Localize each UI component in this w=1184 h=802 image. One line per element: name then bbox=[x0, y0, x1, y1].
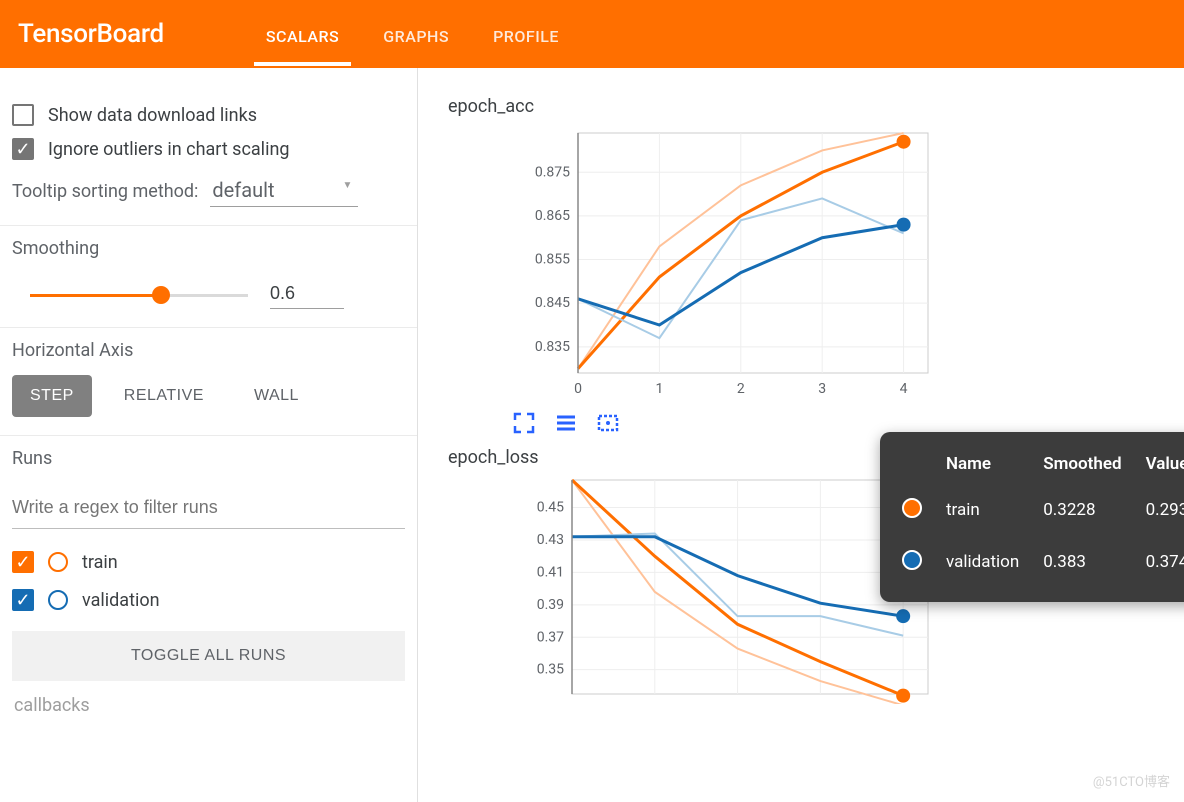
label-tooltip-sort: Tooltip sorting method: bbox=[12, 181, 198, 202]
svg-text:0.875: 0.875 bbox=[535, 164, 570, 180]
svg-text:0.39: 0.39 bbox=[537, 597, 564, 613]
svg-text:3: 3 bbox=[818, 381, 826, 397]
label-show-download: Show data download links bbox=[48, 105, 257, 126]
app-logo: TensorBoard bbox=[18, 19, 164, 49]
run-label-validation: validation bbox=[82, 590, 160, 611]
radio-run-validation[interactable] bbox=[48, 590, 68, 610]
watermark: @51CTO博客 bbox=[1093, 771, 1170, 790]
axis-btn-step[interactable]: STEP bbox=[12, 375, 92, 417]
tab-graphs[interactable]: GRAPHS bbox=[361, 3, 471, 66]
svg-text:0.845: 0.845 bbox=[535, 295, 570, 311]
smoothing-slider[interactable] bbox=[30, 294, 248, 297]
tab-scalars[interactable]: SCALARS bbox=[244, 3, 361, 66]
svg-text:0.855: 0.855 bbox=[535, 252, 570, 268]
chart-tooltip: Name Smoothed Value Step Time Relative t… bbox=[880, 432, 1184, 602]
runs-filter-input[interactable] bbox=[12, 491, 405, 529]
expand-icon[interactable] bbox=[512, 411, 536, 435]
svg-text:1: 1 bbox=[655, 381, 663, 397]
axis-btn-wall[interactable]: WALL bbox=[236, 375, 317, 417]
content-area: epoch_acc 0.835 0.845 0.855 0.865 0.875 0 1 2 3 4… bbox=[418, 68, 1184, 802]
dot-train bbox=[902, 498, 922, 518]
checkbox-run-train[interactable]: ✓ bbox=[12, 551, 34, 573]
label-horizontal-axis: Horizontal Axis bbox=[12, 340, 405, 361]
nav-tabs: SCALARS GRAPHS PROFILE bbox=[244, 3, 581, 66]
tooltip-header-row: Name Smoothed Value Step Time Relative bbox=[880, 450, 1184, 484]
svg-text:4: 4 bbox=[900, 381, 908, 397]
smoothing-value-input[interactable] bbox=[270, 281, 344, 309]
label-runs: Runs bbox=[12, 448, 405, 469]
label-smoothing: Smoothing bbox=[12, 238, 405, 259]
chart-epoch-acc[interactable]: 0.835 0.845 0.855 0.865 0.875 0 1 2 3 4 bbox=[520, 123, 1154, 403]
svg-text:0.35: 0.35 bbox=[537, 662, 564, 678]
chart-title-acc: epoch_acc bbox=[448, 96, 1154, 117]
tooltip-row-validation: validation 0.383 0.3743 4 Fri Feb 7, 10:… bbox=[880, 536, 1184, 588]
toggle-all-runs-button[interactable]: TOGGLE ALL RUNS bbox=[12, 631, 405, 681]
svg-text:0.37: 0.37 bbox=[537, 629, 564, 645]
slider-thumb[interactable] bbox=[152, 286, 170, 304]
svg-text:0.835: 0.835 bbox=[535, 339, 570, 355]
sidebar: Show data download links ✓ Ignore outlie… bbox=[0, 68, 418, 802]
svg-text:0.43: 0.43 bbox=[537, 532, 564, 548]
checkbox-show-download[interactable] bbox=[12, 104, 34, 126]
checkbox-run-validation[interactable]: ✓ bbox=[12, 589, 34, 611]
radio-run-train[interactable] bbox=[48, 552, 68, 572]
svg-text:0.41: 0.41 bbox=[537, 564, 564, 580]
fullscreen-icon[interactable] bbox=[596, 411, 620, 435]
select-tooltip-sort[interactable]: default bbox=[210, 176, 358, 207]
svg-text:2: 2 bbox=[737, 381, 745, 397]
axis-btn-relative[interactable]: RELATIVE bbox=[106, 375, 222, 417]
svg-text:0: 0 bbox=[574, 381, 582, 397]
run-label-train: train bbox=[82, 552, 118, 573]
label-ignore-outliers: Ignore outliers in chart scaling bbox=[48, 139, 290, 160]
checkbox-ignore-outliers[interactable]: ✓ bbox=[12, 138, 34, 160]
svg-text:0.865: 0.865 bbox=[535, 208, 570, 224]
svg-text:0.45: 0.45 bbox=[537, 500, 564, 516]
runs-footer: callbacks bbox=[12, 681, 405, 730]
dot-validation bbox=[902, 550, 922, 570]
tab-profile[interactable]: PROFILE bbox=[471, 3, 581, 66]
app-header: TensorBoard SCALARS GRAPHS PROFILE bbox=[0, 0, 1184, 68]
list-icon[interactable] bbox=[554, 411, 578, 435]
tooltip-row-train: train 0.3228 0.2933 4 Fri Feb 7, 10:22:2… bbox=[880, 484, 1184, 536]
